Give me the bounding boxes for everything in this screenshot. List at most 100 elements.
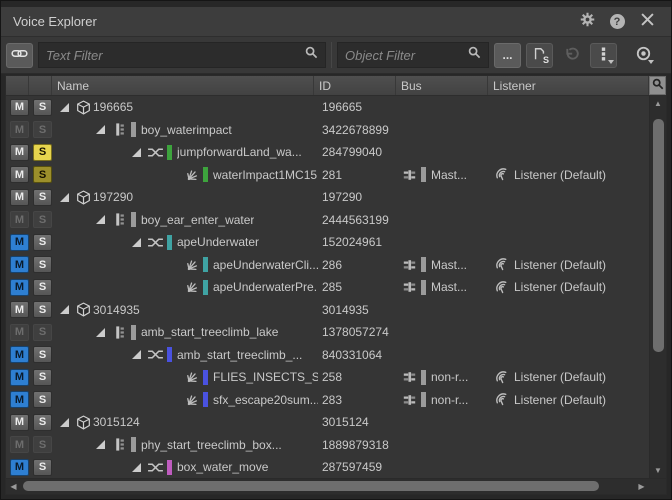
solo-button[interactable]: S bbox=[33, 414, 52, 431]
solo-button[interactable]: S bbox=[33, 144, 52, 161]
browse-object-button[interactable]: ... bbox=[494, 43, 521, 68]
expander-icon[interactable] bbox=[132, 350, 141, 359]
bus-column-header[interactable]: Bus bbox=[396, 76, 488, 95]
solo-button[interactable]: S bbox=[33, 166, 52, 183]
expander-icon[interactable] bbox=[60, 418, 69, 427]
mute-button[interactable]: M bbox=[10, 436, 29, 453]
name-column-header[interactable]: Name bbox=[52, 76, 314, 95]
close-button[interactable] bbox=[635, 11, 659, 33]
mute-button[interactable]: M bbox=[10, 234, 29, 251]
tree-row[interactable]: MSFLIES_INSECTS_S...258non-r...Listener … bbox=[6, 366, 649, 389]
reset-filter-button[interactable] bbox=[558, 43, 585, 68]
scroll-right-button[interactable]: ▶ bbox=[634, 479, 649, 494]
expander-icon[interactable] bbox=[96, 328, 105, 337]
mute-button[interactable]: M bbox=[10, 121, 29, 138]
bus-cell: non-r... bbox=[400, 392, 492, 407]
tree-row[interactable]: MSamb_start_treeclimb_...840331064 bbox=[6, 344, 649, 367]
listener-name: Listener (Default) bbox=[514, 393, 606, 407]
solo-button[interactable]: S bbox=[33, 189, 52, 206]
object-filter-input[interactable] bbox=[345, 48, 468, 63]
scroll-left-button[interactable]: ◀ bbox=[6, 479, 21, 494]
horizontal-scrollbar[interactable]: ◀ ▶ bbox=[5, 479, 667, 495]
solo-button[interactable]: S bbox=[33, 436, 52, 453]
horizontal-scrollbar-track[interactable] bbox=[21, 479, 634, 494]
table-search-button[interactable] bbox=[649, 76, 666, 95]
tree-row[interactable]: MSboy_ear_enter_water2444563199 bbox=[6, 209, 649, 232]
mute-button[interactable]: M bbox=[10, 256, 29, 273]
mute-button[interactable]: M bbox=[10, 99, 29, 116]
solo-button[interactable]: S bbox=[33, 211, 52, 228]
listener-name: Listener (Default) bbox=[514, 258, 606, 272]
tree-row[interactable]: MS30149353014935 bbox=[6, 299, 649, 322]
mute-button[interactable]: M bbox=[10, 211, 29, 228]
bus-icon bbox=[400, 370, 419, 384]
vertical-scrollbar-thumb[interactable] bbox=[653, 119, 664, 352]
tree-row[interactable]: MSbox_water_move287597459 bbox=[6, 456, 649, 478]
solo-button[interactable]: S bbox=[33, 324, 52, 341]
tree-row[interactable]: MSsfx_escape20sum...283non-r...Listener … bbox=[6, 389, 649, 412]
scroll-up-button[interactable]: ▲ bbox=[650, 96, 666, 111]
listener-column-header[interactable]: Listener bbox=[488, 76, 649, 95]
search-icon bbox=[468, 46, 481, 64]
mute-button[interactable]: M bbox=[10, 301, 29, 318]
expander-icon[interactable] bbox=[60, 103, 69, 112]
voice-meter-bar bbox=[131, 122, 136, 137]
mute-button[interactable]: M bbox=[10, 279, 29, 296]
tree-row[interactable]: MS30151243015124 bbox=[6, 411, 649, 434]
view-options-button[interactable] bbox=[630, 43, 657, 68]
mute-button[interactable]: M bbox=[10, 324, 29, 341]
solo-button[interactable]: S bbox=[33, 279, 52, 296]
id-column-header[interactable]: ID bbox=[314, 76, 396, 95]
tree-row[interactable]: MSapeUnderwaterPre...285Mast...Listener … bbox=[6, 276, 649, 299]
mute-button[interactable]: M bbox=[10, 459, 29, 476]
text-filter-input[interactable] bbox=[46, 48, 305, 63]
expander-icon[interactable] bbox=[96, 125, 105, 134]
solo-button[interactable]: S bbox=[33, 346, 52, 363]
name-cell: boy_waterimpact bbox=[56, 122, 318, 137]
expander-icon[interactable] bbox=[132, 463, 141, 472]
mute-button[interactable]: M bbox=[10, 369, 29, 386]
solo-button[interactable]: S bbox=[33, 121, 52, 138]
scroll-down-button[interactable]: ▼ bbox=[650, 463, 666, 478]
tree-row[interactable]: MS197290197290 bbox=[6, 186, 649, 209]
expander-icon[interactable] bbox=[60, 305, 69, 314]
bus-name: non-r... bbox=[431, 393, 468, 407]
tree-row[interactable]: MSphy_start_treeclimb_box...1889879318 bbox=[6, 434, 649, 457]
tree-row[interactable]: MSjumpforwardLand_wa...284799040 bbox=[6, 141, 649, 164]
tree-row[interactable]: MSamb_start_treeclimb_lake1378057274 bbox=[6, 321, 649, 344]
mute-button[interactable]: M bbox=[10, 144, 29, 161]
mute-button[interactable]: M bbox=[10, 346, 29, 363]
id-cell: 283 bbox=[318, 393, 400, 407]
expander-icon[interactable] bbox=[96, 440, 105, 449]
tree-row[interactable]: MS196665196665 bbox=[6, 96, 649, 119]
vertical-scrollbar[interactable]: ▲ ▼ bbox=[649, 96, 666, 478]
mute-button[interactable]: M bbox=[10, 189, 29, 206]
search-icon bbox=[305, 46, 318, 64]
solo-button[interactable]: S bbox=[33, 459, 52, 476]
solo-button[interactable]: S bbox=[33, 99, 52, 116]
id-cell: 286 bbox=[318, 258, 400, 272]
solo-button[interactable]: S bbox=[33, 301, 52, 318]
tree-row[interactable]: MSwaterImpact1MC15281Mast...Listener (De… bbox=[6, 164, 649, 187]
tree-row[interactable]: MSboy_waterimpact3422678899 bbox=[6, 119, 649, 142]
mute-button[interactable]: M bbox=[10, 391, 29, 408]
solo-button[interactable]: S bbox=[33, 256, 52, 273]
profiler-settings-button[interactable]: S bbox=[526, 43, 553, 68]
expander-icon[interactable] bbox=[60, 193, 69, 202]
expander-icon[interactable] bbox=[96, 215, 105, 224]
solo-button[interactable]: S bbox=[33, 369, 52, 386]
solo-button[interactable]: S bbox=[33, 391, 52, 408]
mute-button[interactable]: M bbox=[10, 414, 29, 431]
help-button[interactable]: ? bbox=[605, 11, 629, 33]
tree-row[interactable]: MSapeUnderwater152024961 bbox=[6, 231, 649, 254]
horizontal-scrollbar-thumb[interactable] bbox=[23, 481, 599, 491]
expander-icon[interactable] bbox=[132, 148, 141, 157]
mute-button[interactable]: M bbox=[10, 166, 29, 183]
solo-button[interactable]: S bbox=[33, 234, 52, 251]
settings-button[interactable] bbox=[575, 11, 599, 33]
link-filters-button[interactable] bbox=[6, 43, 33, 68]
more-options-button[interactable] bbox=[590, 43, 617, 68]
tree-row[interactable]: MSapeUnderwaterCli...286Mast...Listener … bbox=[6, 254, 649, 277]
expander-icon[interactable] bbox=[132, 238, 141, 247]
vertical-scrollbar-track[interactable] bbox=[650, 111, 666, 463]
